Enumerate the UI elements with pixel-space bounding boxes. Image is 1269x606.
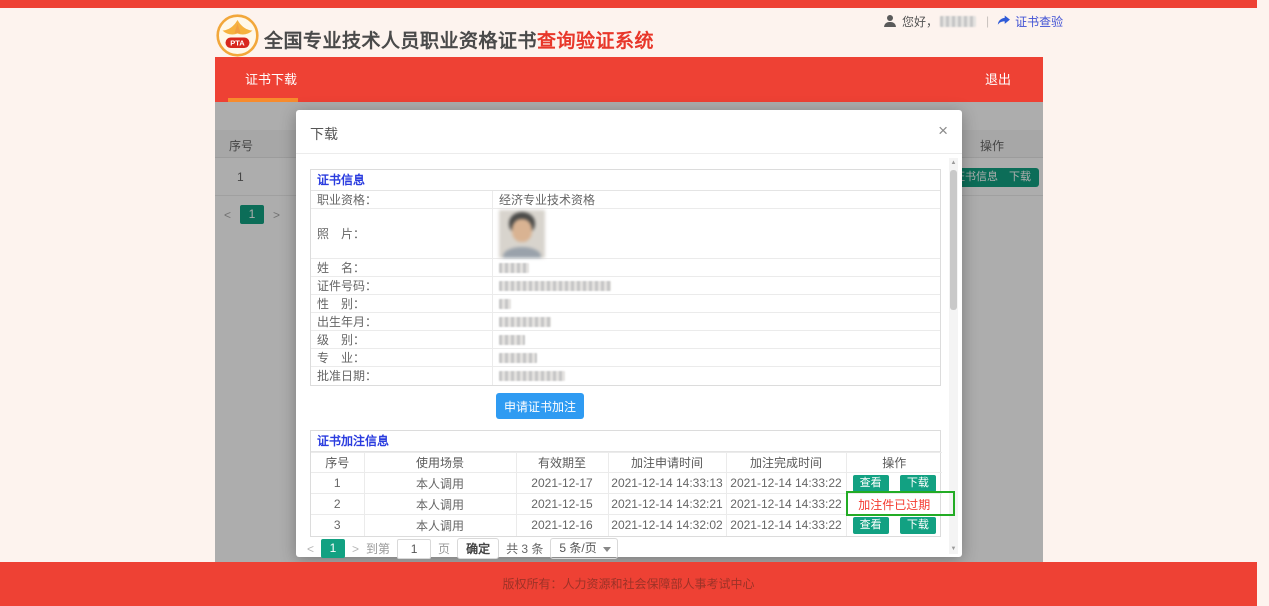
modal-pagination: < 1 > 到第 页 确定 共 3 条 5 条/页 [307, 538, 618, 559]
field-row-gender: 性 别： [311, 295, 940, 313]
page-title-main: 全国专业技术人员职业资格证书 [264, 31, 537, 52]
user-info-bar: 您好， | 证书查验 [884, 13, 1063, 29]
confirm-button[interactable]: 确定 [457, 538, 499, 559]
copyright-label: 版权所有：人力资源和社会保障部人事考试中心 [0, 562, 1257, 606]
field-label: 批准日期： [311, 367, 493, 385]
highlight-box-expired [846, 491, 955, 516]
field-value [493, 209, 940, 258]
goto-suffix-label: 页 [438, 540, 450, 557]
field-row-photo: 照 片： [311, 209, 940, 259]
page-size-value: 5 条/页 [559, 541, 596, 555]
field-value [493, 367, 940, 385]
field-row-qualification: 职业资格： 经济专业技术资格 [311, 191, 940, 209]
next-page-icon[interactable]: > [352, 542, 359, 556]
download-button[interactable]: 下载 [900, 475, 936, 492]
col-action: 操作 [846, 453, 942, 473]
logo-text: PTA [230, 39, 245, 48]
col-seq: 序号 [311, 453, 364, 473]
field-label: 性 别： [311, 295, 493, 312]
certificate-info-title: 证书信息 [311, 170, 940, 191]
caret-down-icon [603, 547, 611, 552]
goto-prefix-label: 到第 [366, 540, 390, 557]
annotation-info-title: 证书加注信息 [311, 431, 940, 452]
view-button[interactable]: 查看 [853, 517, 889, 534]
field-row-id-number: 证件号码： [311, 277, 940, 295]
main-navbar: 证书下载 退出 [215, 57, 1043, 102]
table-row: 3 本人调用 2021-12-16 2021-12-14 14:32:02 20… [311, 515, 942, 536]
field-value [493, 277, 940, 294]
logout-button[interactable]: 退出 [985, 57, 1011, 102]
user-icon [884, 15, 897, 27]
field-row-level: 级 别： [311, 331, 940, 349]
col-scene: 使用场景 [364, 453, 516, 473]
field-value [493, 349, 940, 366]
tab-certificate-download[interactable]: 证书下载 [245, 57, 297, 102]
goto-page-input[interactable] [397, 539, 431, 559]
page-title-accent: 查询验证系统 [537, 31, 654, 52]
scroll-down-icon[interactable]: ▼ [949, 544, 958, 554]
pta-logo-icon: PTA [216, 14, 259, 57]
top-accent-bar [0, 0, 1257, 8]
field-label: 姓 名： [311, 259, 493, 276]
field-label: 职业资格： [311, 191, 493, 208]
divider: | [986, 14, 989, 28]
annotation-table-header: 序号 使用场景 有效期至 加注申请时间 加注完成时间 操作 [311, 453, 942, 473]
field-value [493, 313, 940, 330]
modal-title: 下载 [310, 124, 338, 144]
scrollbar-thumb[interactable] [950, 170, 957, 310]
user-name-redacted [940, 16, 976, 27]
page-1-button[interactable]: 1 [321, 539, 345, 558]
field-label: 证件号码： [311, 277, 493, 294]
page-size-select[interactable]: 5 条/页 [550, 538, 617, 559]
col-complete-time: 加注完成时间 [726, 453, 846, 473]
field-row-major: 专 业： [311, 349, 940, 367]
close-icon[interactable]: × [938, 121, 948, 141]
field-value [493, 259, 940, 276]
certificate-verify-link[interactable]: 证书查验 [1015, 13, 1063, 30]
col-apply-time: 加注申请时间 [608, 453, 726, 473]
modal-header: 下载 × [296, 110, 962, 154]
apply-annotation-button[interactable]: 申请证书加注 [496, 393, 584, 419]
col-valid-until: 有效期至 [516, 453, 608, 473]
total-count-label: 共 3 条 [506, 540, 543, 557]
field-label: 照 片： [311, 209, 493, 258]
page-footer: 版权所有：人力资源和社会保障部人事考试中心 [0, 562, 1257, 606]
view-button[interactable]: 查看 [853, 475, 889, 492]
share-arrow-icon [997, 14, 1011, 29]
field-row-name: 姓 名： [311, 259, 940, 277]
field-row-approval-date: 批准日期： [311, 367, 940, 385]
field-value [493, 331, 940, 348]
download-modal: 下载 × 证书信息 职业资格： 经济专业技术资格 照 片： 姓 名： [296, 110, 962, 557]
field-label: 出生年月： [311, 313, 493, 330]
portrait-photo [499, 210, 545, 258]
scroll-up-icon[interactable]: ▲ [949, 158, 958, 168]
field-row-birth: 出生年月： [311, 313, 940, 331]
certificate-info-section: 证书信息 职业资格： 经济专业技术资格 照 片： 姓 名： 证件号码： [310, 169, 941, 386]
annotation-info-section: 证书加注信息 序号 使用场景 有效期至 加注申请时间 加注完成时间 操作 1 本… [310, 430, 941, 537]
download-button[interactable]: 下载 [900, 517, 936, 534]
prev-page-icon[interactable]: < [307, 542, 314, 556]
field-label: 级 别： [311, 331, 493, 348]
field-value: 经济专业技术资格 [493, 191, 940, 208]
field-value [493, 295, 940, 312]
greeting-label: 您好， [902, 13, 938, 30]
app-window: PTA 全国专业技术人员职业资格证书查询验证系统 您好， | 证书查验 证书下载… [0, 0, 1269, 606]
page-title: 全国专业技术人员职业资格证书查询验证系统 [264, 26, 654, 53]
field-label: 专 业： [311, 349, 493, 366]
